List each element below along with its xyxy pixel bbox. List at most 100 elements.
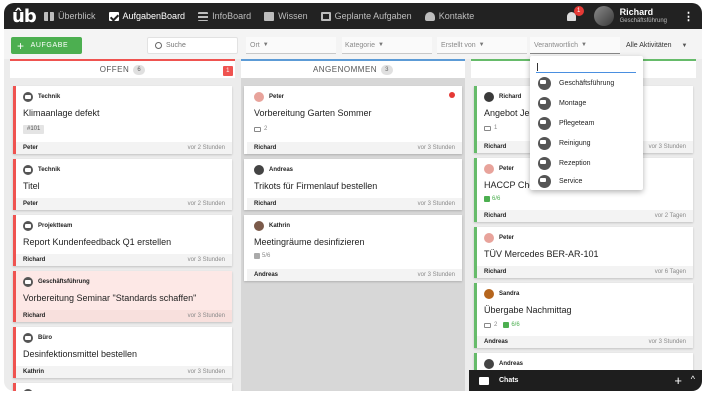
task-card[interactable]: Sandra Übergabe Nachmittag 2 6/6 Andreas v… bbox=[474, 283, 693, 348]
card-meta: 1 bbox=[484, 125, 497, 131]
group-icon bbox=[23, 277, 33, 287]
filter-erstellt-von[interactable]: Erstellt von ▼ bbox=[437, 37, 527, 54]
category-label: Geschäftsführung bbox=[38, 279, 90, 285]
card-assignee: Andreas bbox=[484, 339, 509, 345]
category-label: Projektteam bbox=[38, 223, 73, 229]
card-author: Peter bbox=[484, 164, 514, 174]
card-category: Projektteam bbox=[23, 221, 72, 231]
dropdown-option[interactable]: Geschäftsführung bbox=[538, 77, 614, 90]
caret-down-icon: ▼ bbox=[681, 42, 688, 49]
app-logo[interactable]: ûb bbox=[12, 6, 44, 27]
notification-badge: 1 bbox=[573, 6, 584, 16]
filter-label: Erstellt von bbox=[441, 41, 476, 49]
avatar bbox=[484, 92, 494, 102]
avatar bbox=[484, 164, 494, 174]
task-card[interactable] bbox=[13, 383, 232, 391]
dropdown-option[interactable]: Rezeption bbox=[538, 157, 591, 170]
nav-item-ueberblick[interactable]: Überblick bbox=[44, 3, 96, 29]
card-time: vor 2 Tagen bbox=[654, 213, 686, 219]
calendar-icon bbox=[320, 11, 331, 21]
task-card[interactable]: Technik Titel Peter vor 2 Stunden bbox=[13, 159, 232, 210]
task-card[interactable]: Technik Klimaanlage defekt #101 Peter vor… bbox=[13, 86, 232, 154]
dropdown-option[interactable]: Reinigung bbox=[538, 137, 591, 150]
group-icon bbox=[538, 77, 551, 90]
chevron-up-icon[interactable]: ^ bbox=[691, 374, 695, 384]
card-time: vor 3 Stunden bbox=[187, 313, 225, 319]
card-assignee: Richard bbox=[254, 145, 277, 151]
more-menu-icon[interactable]: ⋮ bbox=[683, 10, 694, 23]
author-name: Kathrin bbox=[269, 223, 290, 229]
nav-item-aufgabenboard[interactable]: AufgabenBoard bbox=[108, 3, 185, 29]
task-card[interactable]: Andreas Trikots für Firmenlauf bestellen… bbox=[244, 159, 462, 210]
card-author: Sandra bbox=[484, 289, 519, 299]
task-card[interactable]: Kathrin Meetingräume desinfizieren 5/6 A… bbox=[244, 215, 462, 281]
card-title: Klimaanlage defekt bbox=[23, 108, 100, 118]
card-time: vor 3 Stunden bbox=[648, 339, 686, 345]
checkbox-icon bbox=[108, 11, 119, 21]
top-navigation-bar: ûb Überblick AufgabenBoard InfoBoard Wis… bbox=[4, 3, 702, 29]
chat-bar[interactable]: Chats + ^ bbox=[469, 370, 702, 391]
card-assignee: Richard bbox=[484, 213, 507, 219]
card-author: Richard bbox=[484, 92, 521, 102]
column-count: 3 bbox=[381, 64, 394, 75]
filter-verantwortlich[interactable]: Verantwortlich ▼ bbox=[530, 37, 620, 54]
filter-kategorie[interactable]: Kategorie ▼ bbox=[342, 37, 432, 54]
checklist-icon bbox=[503, 322, 510, 328]
search-placeholder: Suche bbox=[166, 42, 186, 49]
checklist-count: 6/6 bbox=[492, 196, 501, 202]
caret-down-icon: ▼ bbox=[262, 42, 269, 48]
card-title: Vorbereitung Seminar "Standards schaffen… bbox=[23, 293, 197, 303]
card-author: Peter bbox=[254, 92, 284, 102]
card-category: Geschäftsführung bbox=[23, 277, 90, 287]
author-name: Sandra bbox=[499, 291, 520, 297]
card-meta: 6/6 bbox=[484, 196, 500, 202]
card-assignee: Richard bbox=[254, 201, 277, 207]
card-time: vor 3 Stunden bbox=[187, 369, 225, 375]
card-category: Technik bbox=[23, 92, 60, 102]
card-tag: #101 bbox=[23, 125, 45, 134]
task-card[interactable]: Büro Desinfektionsmittel bestellen Kathr… bbox=[13, 327, 232, 378]
add-chat-icon[interactable]: + bbox=[674, 373, 682, 388]
filter-label: Verantwortlich bbox=[534, 41, 578, 49]
card-title: Report Kundenfeedback Q1 erstellen bbox=[23, 237, 172, 247]
card-category: Technik bbox=[23, 165, 60, 175]
dropdown-option[interactable]: Pflegeteam bbox=[538, 117, 594, 130]
task-card[interactable]: Projektteam Report Kundenfeedback Q1 ers… bbox=[13, 215, 232, 266]
user-role: Geschäftsführung bbox=[619, 18, 667, 24]
card-footer: Richard vor 3 Stunden bbox=[16, 254, 232, 266]
option-label: Montage bbox=[559, 100, 587, 107]
author-name: Andreas bbox=[269, 167, 294, 173]
user-info[interactable]: Richard Geschäftsführung bbox=[620, 7, 667, 25]
comment-icon bbox=[254, 126, 261, 132]
filter-label: Ort bbox=[250, 41, 260, 49]
card-time: vor 2 Stunden bbox=[187, 201, 225, 207]
alert-badge[interactable]: 1 bbox=[223, 66, 233, 76]
card-assignee: Richard bbox=[484, 269, 507, 275]
group-icon bbox=[538, 97, 551, 110]
card-title: Übergabe Nachmittag bbox=[484, 305, 572, 315]
nav-item-geplante-aufgaben[interactable]: Geplante Aufgaben bbox=[320, 3, 412, 29]
dropdown-option[interactable]: Montage bbox=[538, 97, 586, 110]
nav-label: Geplante Aufgaben bbox=[334, 11, 412, 21]
card-time: vor 3 Stunden bbox=[187, 257, 225, 263]
add-task-button[interactable]: + AUFGABE bbox=[11, 37, 82, 54]
filter-aktivitaeten[interactable]: Alle Aktivitäten ▼ bbox=[623, 37, 696, 54]
nav-item-kontakte[interactable]: Kontakte bbox=[424, 3, 474, 29]
dashboard-icon bbox=[44, 11, 54, 21]
task-card[interactable]: Peter TÜV Mercedes BER-AR-101 Richard vor… bbox=[474, 227, 693, 278]
card-footer: Andreas vor 3 Stunden bbox=[477, 336, 693, 348]
nav-item-wissen[interactable]: Wissen bbox=[264, 3, 308, 29]
search-input[interactable]: Suche bbox=[147, 37, 238, 54]
dropdown-search-input[interactable] bbox=[536, 62, 636, 73]
nav-item-infoboard[interactable]: InfoBoard bbox=[198, 3, 251, 29]
task-card[interactable]: Geschäftsführung Vorbereitung Seminar "S… bbox=[13, 271, 232, 322]
filter-ort[interactable]: Ort ▼ bbox=[246, 37, 336, 54]
dropdown-option[interactable]: Service bbox=[538, 175, 582, 188]
card-footer: Richard vor 3 Stunden bbox=[247, 142, 462, 154]
caret-down-icon: ▼ bbox=[580, 42, 587, 48]
avatar[interactable] bbox=[593, 6, 614, 26]
task-card[interactable]: Peter Vorbereitung Garten Sommer 2 Richa… bbox=[244, 86, 462, 154]
notification-button[interactable]: 1 bbox=[566, 6, 584, 22]
avatar bbox=[484, 233, 494, 243]
column-title: ANGENOMMEN bbox=[312, 65, 378, 74]
